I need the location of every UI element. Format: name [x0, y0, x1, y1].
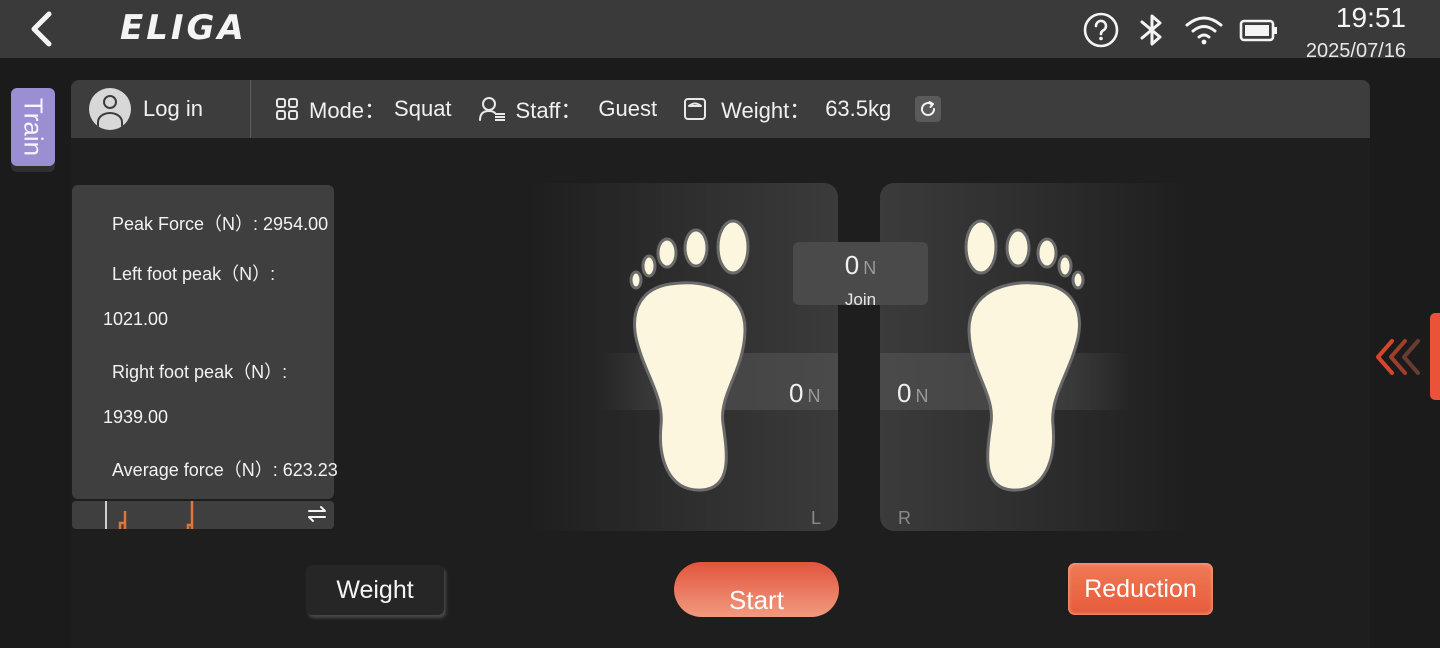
- refresh-icon: [921, 101, 936, 117]
- brand-logo: ELIGA: [120, 8, 247, 48]
- login-label: Log in: [143, 96, 203, 121]
- right-force-value: 0: [897, 378, 912, 408]
- staff-label: Staff：: [515, 98, 583, 123]
- left-peak-label: Left foot peak（N）:: [112, 264, 276, 284]
- left-side-label: L: [811, 508, 822, 528]
- scale-icon: [684, 98, 707, 120]
- right-peak-label: Right foot peak（N）:: [112, 362, 288, 382]
- train-tab[interactable]: Train: [11, 88, 55, 166]
- left-force-value: 0: [789, 378, 804, 408]
- status-bar: ELIGA 19:51 2025/07/16: [0, 0, 1440, 62]
- right-foot-icon: [964, 219, 1085, 492]
- left-peak-value: 1021.00: [103, 309, 169, 329]
- clock: 19:51: [1335, 2, 1406, 33]
- status-icons: [1082, 10, 1280, 50]
- join-readout: 0N Join: [793, 242, 928, 309]
- join-force-unit: N: [863, 258, 877, 278]
- staff-value: Guest: [598, 96, 658, 121]
- mode-label: Mode：: [309, 98, 387, 123]
- wifi-icon[interactable]: [1184, 13, 1224, 47]
- right-side-label: R: [898, 508, 911, 528]
- grid-icon: [276, 98, 298, 120]
- mini-force-chart: [72, 501, 334, 529]
- peak-force: Peak Force（N）: 2954.00: [112, 214, 329, 234]
- weight-value: 63.5kg: [825, 96, 892, 121]
- bluetooth-icon[interactable]: [1134, 11, 1170, 49]
- chevron-left-icon[interactable]: [1372, 337, 1424, 377]
- drawer-handle[interactable]: [1430, 313, 1440, 400]
- join-force-value: 0: [844, 250, 860, 280]
- join-label: Join: [844, 290, 877, 309]
- stats-panel: Peak Force（N）: 2954.00 Left foot peak（N）…: [72, 185, 338, 499]
- average-force: Average force（N）: 623.23: [112, 460, 338, 480]
- swap-icon[interactable]: [306, 503, 328, 525]
- staff-info: Staff： Guest: [478, 93, 658, 125]
- start-button[interactable]: Start: [674, 562, 839, 617]
- back-button[interactable]: [22, 8, 62, 50]
- info-bar: Log in Mode： Squat Staff： Guest Weight： …: [71, 80, 1370, 138]
- back-arrow-icon: [31, 11, 52, 47]
- train-tab-label: Train: [18, 97, 49, 157]
- reduction-button[interactable]: Reduction: [1068, 563, 1213, 615]
- help-icon[interactable]: [1082, 11, 1120, 49]
- mode-info: Mode： Squat: [275, 93, 452, 125]
- right-force-unit: N: [915, 386, 929, 406]
- weight-info: Weight： 63.5kg: [683, 93, 942, 125]
- refresh-button[interactable]: [915, 96, 942, 122]
- staff-icon: [478, 97, 505, 121]
- left-force-unit: N: [807, 386, 821, 406]
- date: 2025/07/16: [1305, 40, 1406, 62]
- avatar: [89, 88, 131, 130]
- mini-force-graph: [105, 501, 194, 529]
- left-force-readout: 0N: [789, 378, 820, 409]
- battery-icon: [1239, 19, 1277, 42]
- weight-button[interactable]: Weight: [306, 565, 444, 615]
- weight-label: Weight：: [721, 98, 812, 123]
- login-button[interactable]: Log in: [71, 80, 251, 138]
- right-peak-value: 1939.00: [103, 407, 169, 427]
- mode-value: Squat: [394, 96, 452, 121]
- left-foot-icon: [629, 219, 750, 492]
- right-force-readout: 0N: [897, 378, 928, 409]
